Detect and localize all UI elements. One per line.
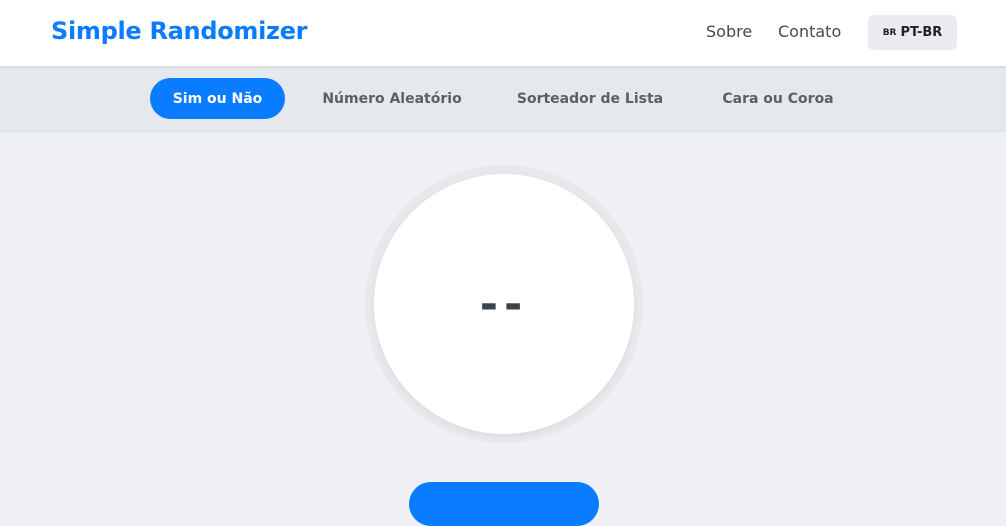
tab-heads-or-tails[interactable]: Cara ou Coroa xyxy=(712,78,844,119)
language-label: PT-BR xyxy=(900,25,943,40)
result-value: -- xyxy=(479,278,529,330)
tool-tab-bar: Sim ou Não Número Aleatório Sorteador de… xyxy=(0,66,1006,132)
site-logo[interactable]: Simple Randomizer xyxy=(51,17,308,45)
nav-link-contact[interactable]: Contato xyxy=(778,22,841,41)
tab-yes-or-no[interactable]: Sim ou Não xyxy=(150,78,285,119)
language-selector-button[interactable]: BR PT-BR xyxy=(868,15,957,50)
nav-link-about[interactable]: Sobre xyxy=(706,22,752,41)
tab-random-number[interactable]: Número Aleatório xyxy=(317,78,467,119)
result-circle: -- xyxy=(374,174,634,434)
brazil-flag-icon: BR xyxy=(882,27,897,38)
site-header: Simple Randomizer Sobre Contato BR PT-BR xyxy=(0,0,1006,66)
tab-list-picker[interactable]: Sorteador de Lista xyxy=(512,78,668,119)
